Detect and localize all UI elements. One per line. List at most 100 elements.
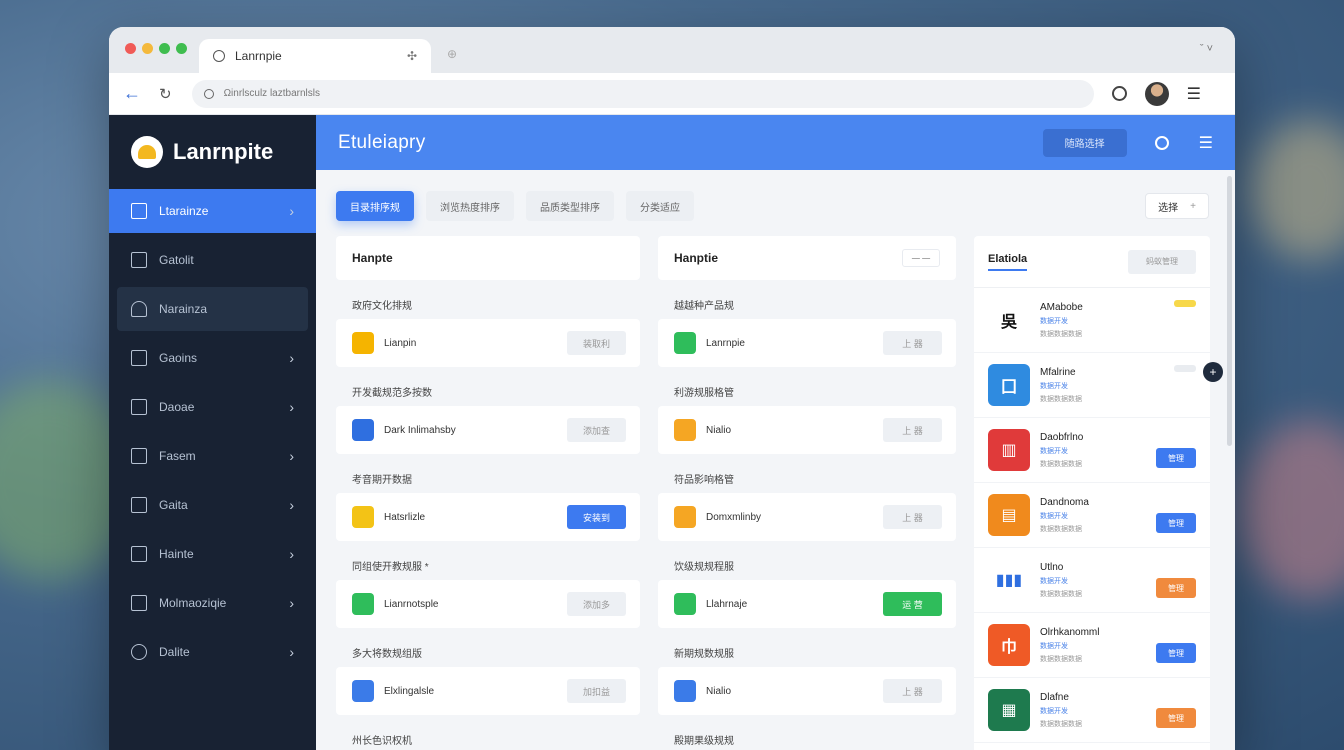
app-logo-icon: ▦ [988,689,1030,731]
item-action-button[interactable]: 管理 [1156,708,1196,728]
sidebar-item-2[interactable]: Narainza [117,287,308,331]
right-panel-button[interactable]: 蚂蚁管理 [1128,249,1196,274]
item-name: Daobfrlno [1040,431,1084,443]
app-row[interactable]: Lianpin 装取利 [336,319,640,367]
search-icon[interactable] [1154,135,1169,150]
window-controls[interactable]: ˇ ˅ [1200,43,1213,55]
maximize-window-button[interactable] [159,43,170,54]
extra-window-button[interactable] [176,43,187,54]
item-name: Olrhkanomml [1040,626,1100,638]
right-panel-item[interactable]: 巾 Olrhkanomml 数据开发 数据数据数据 管理 [974,613,1210,678]
page-icon [131,497,147,513]
app-action-button[interactable]: 上 器 [883,331,942,355]
globe-icon [213,50,225,62]
app-row[interactable]: Nialio 上 器 [658,667,956,715]
app-name: Hatsrlizle [384,511,426,523]
app-action-button[interactable]: 装取利 [567,331,626,355]
app-list: 越越种产品规 Lanrnpie 上 器利游规服格管 Nialio 上 器符品影响格管 Do… [658,289,956,715]
column-header-button[interactable]: — — [902,249,940,267]
item-action-button[interactable]: 管理 [1156,448,1196,468]
app-action-button[interactable]: 上 器 [883,505,942,529]
avatar[interactable] [1144,81,1169,106]
sidebar-item-5[interactable]: Fasem › [109,434,316,478]
browser-tab[interactable]: Lanrnpie ✣ [199,39,431,73]
background-blob [1250,120,1344,260]
item-meta: 数据数据数据 [1040,525,1082,533]
sidebar-item-0[interactable]: Ltarainze › [109,189,316,233]
right-panel-item[interactable]: 吳 AMabobe 数据开发 数据数据数据 [974,288,1210,353]
filter-pill-0[interactable]: 目录排序规 [336,191,414,221]
app-action-button[interactable]: 添加多 [567,592,626,616]
sort-dropdown[interactable]: 选择 + [1145,193,1209,219]
app-list: 政府文化排规 Lianpin 装取利 开发截规范多按数 Dark Inlimahsby 添… [336,289,640,715]
refresh-icon[interactable]: ↻ [159,85,172,103]
app-logo-icon: 囗 [988,364,1030,406]
app-row[interactable]: Lianrnotsple 添加多 [336,580,640,628]
item-action-button[interactable]: 管理 [1156,513,1196,533]
sidebar-item-label: Hainte [159,547,194,561]
main-area: Εtuleiapry 随路选择 ☰ 目录排序规 浏览热度排序 品质类型排序 分类… [316,115,1235,750]
app-row[interactable]: Domxmlinby 上 器 [658,493,956,541]
app-action-button[interactable]: 上 器 [883,418,942,442]
app-action-button[interactable]: 运 营 [883,592,942,616]
item-action-button[interactable]: 管理 [1156,643,1196,663]
app-icon [674,419,696,441]
filter-pill-3[interactable]: 分类适应 [626,191,694,221]
app-action-button[interactable]: 添加查 [567,418,626,442]
sidebar-item-1[interactable]: Gatolit [109,238,316,282]
app-row[interactable]: Elxlingalsle 加扣益 [336,667,640,715]
app-action-button[interactable]: 安装到 [567,505,626,529]
tab-close-icon[interactable]: ✣ [407,49,417,63]
sidebar-item-label: Fasem [159,449,196,463]
filter-pill-2[interactable]: 品质类型排序 [526,191,614,221]
sidebar: Lanrnpite Ltarainze › Gatolit Narainza G… [109,115,316,750]
app-row[interactable]: Dark Inlimahsby 添加查 [336,406,640,454]
back-arrow-icon[interactable]: ← [123,83,141,104]
app-icon [674,332,696,354]
sidebar-item-9[interactable]: Dalite › [109,630,316,674]
app-action-button[interactable]: 上 器 [883,679,942,703]
app-row[interactable]: Llahrnaje 运 营 [658,580,956,628]
app-icon [352,419,374,441]
app-row[interactable]: Hatsrlizle 安装到 [336,493,640,541]
right-panel-item[interactable]: 囗 Mfalrine 数据开发 数据数据数据 [974,353,1210,418]
app-logo-icon: ▥ [988,429,1030,471]
item-action-button[interactable]: 管理 [1156,578,1196,598]
sidebar-item-3[interactable]: Gaoins › [109,336,316,380]
url-field[interactable]: Ωinrlsculz laztbarnlsls [191,79,1094,108]
chevron-right-icon: › [289,595,294,611]
right-panel-tab[interactable]: Elatiola [988,253,1028,271]
search-icon[interactable] [1111,86,1127,101]
column-header: Hanpte [336,236,640,280]
clock-icon [131,644,147,660]
scrollbar[interactable] [1227,176,1232,446]
menu-icon[interactable]: ☰ [1187,84,1201,104]
chevron-right-icon: › [289,448,294,464]
tool-icon [131,399,147,415]
sidebar-item-8[interactable]: Molmaoziqie › [109,581,316,625]
sidebar-item-4[interactable]: Daoae › [109,385,316,429]
right-panel-item-text: Utlno 数据开发 数据数据数据 [1040,562,1082,599]
topbar-button[interactable]: 随路选择 [1042,128,1127,157]
minimize-window-button[interactable] [142,43,153,54]
right-panel-item[interactable]: ▮▮▮ Utlno 数据开发 数据数据数据 管理 [974,548,1210,613]
right-panel-item[interactable]: ▦ Dlafne 数据开发 数据数据数据 管理 [974,678,1210,743]
brand[interactable]: Lanrnpite [109,115,316,189]
brand-logo-icon [131,136,163,168]
content: 目录排序规 浏览热度排序 品质类型排序 分类适应 选择 + Hanpte 政府文… [316,170,1235,750]
menu-icon[interactable]: ☰ [1199,133,1213,153]
url-text: Ωinrlsculz laztbarnlsls [223,88,320,99]
sidebar-item-6[interactable]: Gaita › [109,483,316,527]
sidebar-item-7[interactable]: Hainte › [109,532,316,576]
add-floating-button[interactable]: + [1203,362,1223,382]
new-tab-icon[interactable]: ⊕ [447,47,457,61]
app-row[interactable]: Nialio 上 器 [658,406,956,454]
right-panel-item[interactable]: ▤ Dandnoma 数据开发 数据数据数据 管理 [974,483,1210,548]
app-action-button[interactable]: 加扣益 [567,679,626,703]
right-panel-item[interactable]: ▥ Daobfrlno 数据开发 数据数据数据 管理 [974,418,1210,483]
app-row[interactable]: Lanrnpie 上 器 [658,319,956,367]
close-window-button[interactable] [125,43,136,54]
chevron-right-icon: › [289,497,294,513]
filter-pill-1[interactable]: 浏览热度排序 [426,191,514,221]
item-subtitle: 数据开发 [1040,512,1068,520]
